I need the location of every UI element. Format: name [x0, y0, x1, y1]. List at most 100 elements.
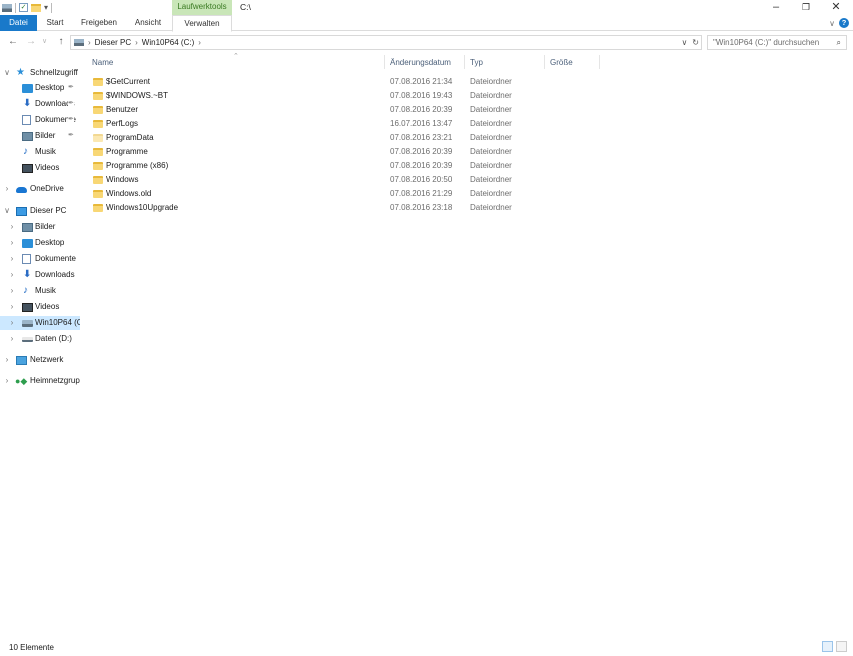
nav-pc-pictures[interactable]: › Bilder	[0, 220, 80, 234]
breadcrumb-drive-c[interactable]: Win10P64 (C:)	[142, 38, 194, 47]
nav-homegroup[interactable]: › ●◆ Heimnetzgruppe	[0, 374, 80, 388]
pane-resize-handle-icon[interactable]: ⇔	[65, 52, 72, 53]
pin-icon[interactable]: ✒	[68, 81, 74, 95]
nav-onedrive[interactable]: › OneDrive	[0, 182, 80, 196]
refresh-icon[interactable]: ↻	[692, 38, 699, 47]
pin-icon[interactable]: ✒	[68, 97, 74, 111]
nav-quick-downloads[interactable]: ⬇ Downloads ✒	[0, 97, 80, 111]
file-list: ⌃ Name Änderungsdatum Typ Größe $GetCurr…	[80, 52, 853, 638]
file-row[interactable]: PerfLogs 16.07.2016 13:47 Dateiordner	[89, 117, 519, 131]
nav-quick-music[interactable]: ♪ Musik	[0, 145, 80, 159]
tab-share[interactable]: Freigeben	[78, 15, 120, 31]
column-divider[interactable]	[384, 55, 385, 69]
file-row[interactable]: Windows10Upgrade 07.08.2016 23:18 Dateio…	[89, 201, 519, 215]
restore-button[interactable]: ❐	[791, 0, 821, 15]
chevron-right-icon[interactable]: ›	[88, 38, 91, 47]
nav-pc-music[interactable]: › ♪ Musik	[0, 284, 80, 298]
pin-icon[interactable]: ✒	[68, 113, 74, 127]
column-header-type[interactable]: Typ	[470, 57, 483, 71]
tab-view[interactable]: Ansicht	[128, 15, 168, 31]
back-button[interactable]: ←	[6, 35, 20, 49]
expand-ribbon-button[interactable]: ∨	[829, 19, 835, 28]
tab-manage[interactable]: Verwalten	[172, 15, 232, 32]
navigation-row: ← → ∨ ↑ › Dieser PC › Win10P64 (C:) › ∨ …	[0, 32, 853, 52]
chevron-right-icon[interactable]: ›	[198, 38, 201, 47]
homegroup-icon: ●◆	[15, 376, 28, 386]
file-row[interactable]: Programme 07.08.2016 20:39 Dateiordner	[89, 145, 519, 159]
minimize-button[interactable]: –	[761, 0, 791, 15]
address-bar[interactable]: › Dieser PC › Win10P64 (C:) › ∨ ↻	[70, 35, 702, 50]
nav-pc-videos[interactable]: › Videos	[0, 300, 80, 314]
file-row[interactable]: Windows 07.08.2016 20:50 Dateiordner	[89, 173, 519, 187]
chevron-right-icon[interactable]: ›	[8, 300, 16, 314]
properties-icon[interactable]: ✓	[19, 3, 28, 12]
large-icons-view-icon[interactable]	[836, 641, 847, 652]
nav-label: Musik	[35, 286, 56, 295]
file-date: 07.08.2016 20:50	[390, 175, 453, 184]
column-divider[interactable]	[544, 55, 545, 69]
customize-toolbar-icon[interactable]: ▾	[44, 3, 48, 12]
column-divider[interactable]	[599, 55, 600, 69]
nav-pc-drive-c[interactable]: › Win10P64 (C:)	[0, 316, 80, 330]
nav-quick-access[interactable]: ∨ ★ Schnellzugriff	[0, 66, 80, 80]
drive-icon[interactable]	[2, 3, 12, 12]
file-row[interactable]: Windows.old 07.08.2016 21:29 Dateiordner	[89, 187, 519, 201]
file-row[interactable]: $WINDOWS.~BT 07.08.2016 19:43 Dateiordne…	[89, 89, 519, 103]
chevron-down-icon[interactable]: ∨	[3, 204, 11, 218]
chevron-right-icon[interactable]: ›	[3, 374, 11, 388]
up-button[interactable]: ↑	[54, 35, 68, 49]
chevron-right-icon[interactable]: ›	[3, 182, 11, 196]
file-type: Dateiordner	[470, 147, 512, 156]
chevron-right-icon[interactable]: ›	[8, 252, 16, 266]
chevron-right-icon[interactable]: ›	[3, 353, 11, 367]
nav-label: Musik	[35, 147, 56, 156]
column-header-date[interactable]: Änderungsdatum	[390, 57, 451, 71]
folder-icon	[93, 92, 103, 100]
close-button[interactable]: ✕	[821, 0, 851, 15]
file-type: Dateiordner	[470, 77, 512, 86]
chevron-right-icon[interactable]: ›	[8, 316, 16, 330]
file-row[interactable]: ProgramData 07.08.2016 23:21 Dateiordner	[89, 131, 519, 145]
file-row[interactable]: Benutzer 07.08.2016 20:39 Dateiordner	[89, 103, 519, 117]
chevron-right-icon[interactable]: ›	[8, 236, 16, 250]
column-header-size[interactable]: Größe	[550, 57, 573, 71]
ribbon-help-zone: ∨ ?	[829, 15, 849, 31]
file-name: $GetCurrent	[106, 77, 151, 86]
nav-this-pc[interactable]: ∨ Dieser PC	[0, 204, 80, 218]
column-divider[interactable]	[464, 55, 465, 69]
search-icon[interactable]: ⌕	[837, 36, 841, 49]
chevron-right-icon[interactable]: ›	[135, 38, 138, 47]
nav-quick-desktop[interactable]: Desktop ✒	[0, 81, 80, 95]
nav-label: Bilder	[35, 131, 56, 140]
context-group-drive-tools: Laufwerktools	[172, 0, 232, 15]
tab-start[interactable]: Start	[40, 15, 70, 31]
file-name: Windows.old	[106, 189, 152, 198]
search-input[interactable]: "Win10P64 (C:)" durchsuchen ⌕	[707, 35, 847, 50]
file-row[interactable]: $GetCurrent 07.08.2016 21:34 Dateiordner	[89, 75, 519, 89]
documents-icon	[22, 115, 31, 125]
nav-network[interactable]: › Netzwerk	[0, 353, 80, 367]
nav-quick-pictures[interactable]: Bilder ✒	[0, 129, 80, 143]
chevron-right-icon[interactable]: ›	[8, 268, 16, 282]
chevron-right-icon[interactable]: ›	[8, 284, 16, 298]
forward-button[interactable]: →	[24, 35, 38, 49]
details-view-icon[interactable]	[822, 641, 833, 652]
chevron-right-icon[interactable]: ›	[8, 332, 16, 346]
nav-pc-drive-d[interactable]: › Daten (D:)	[0, 332, 80, 346]
chevron-right-icon[interactable]: ›	[8, 220, 16, 234]
file-row[interactable]: Programme (x86) 07.08.2016 20:39 Dateior…	[89, 159, 519, 173]
nav-quick-videos[interactable]: Videos	[0, 161, 80, 175]
tab-file[interactable]: Datei	[0, 15, 37, 31]
chevron-down-icon[interactable]: ∨	[3, 66, 11, 80]
breadcrumb-this-pc[interactable]: Dieser PC	[95, 38, 131, 47]
column-header-name[interactable]: Name	[92, 57, 113, 71]
new-folder-icon[interactable]	[31, 3, 41, 12]
nav-pc-desktop[interactable]: › Desktop	[0, 236, 80, 250]
address-history-chevron-icon[interactable]: ∨	[681, 38, 687, 47]
pin-icon[interactable]: ✒	[68, 129, 74, 143]
nav-quick-documents[interactable]: Dokumente ✒	[0, 113, 80, 127]
nav-pc-documents[interactable]: › Dokumente	[0, 252, 80, 266]
nav-pc-downloads[interactable]: › ⬇ Downloads	[0, 268, 80, 282]
help-icon[interactable]: ?	[839, 18, 849, 28]
recent-locations-button[interactable]: ∨	[40, 35, 49, 49]
